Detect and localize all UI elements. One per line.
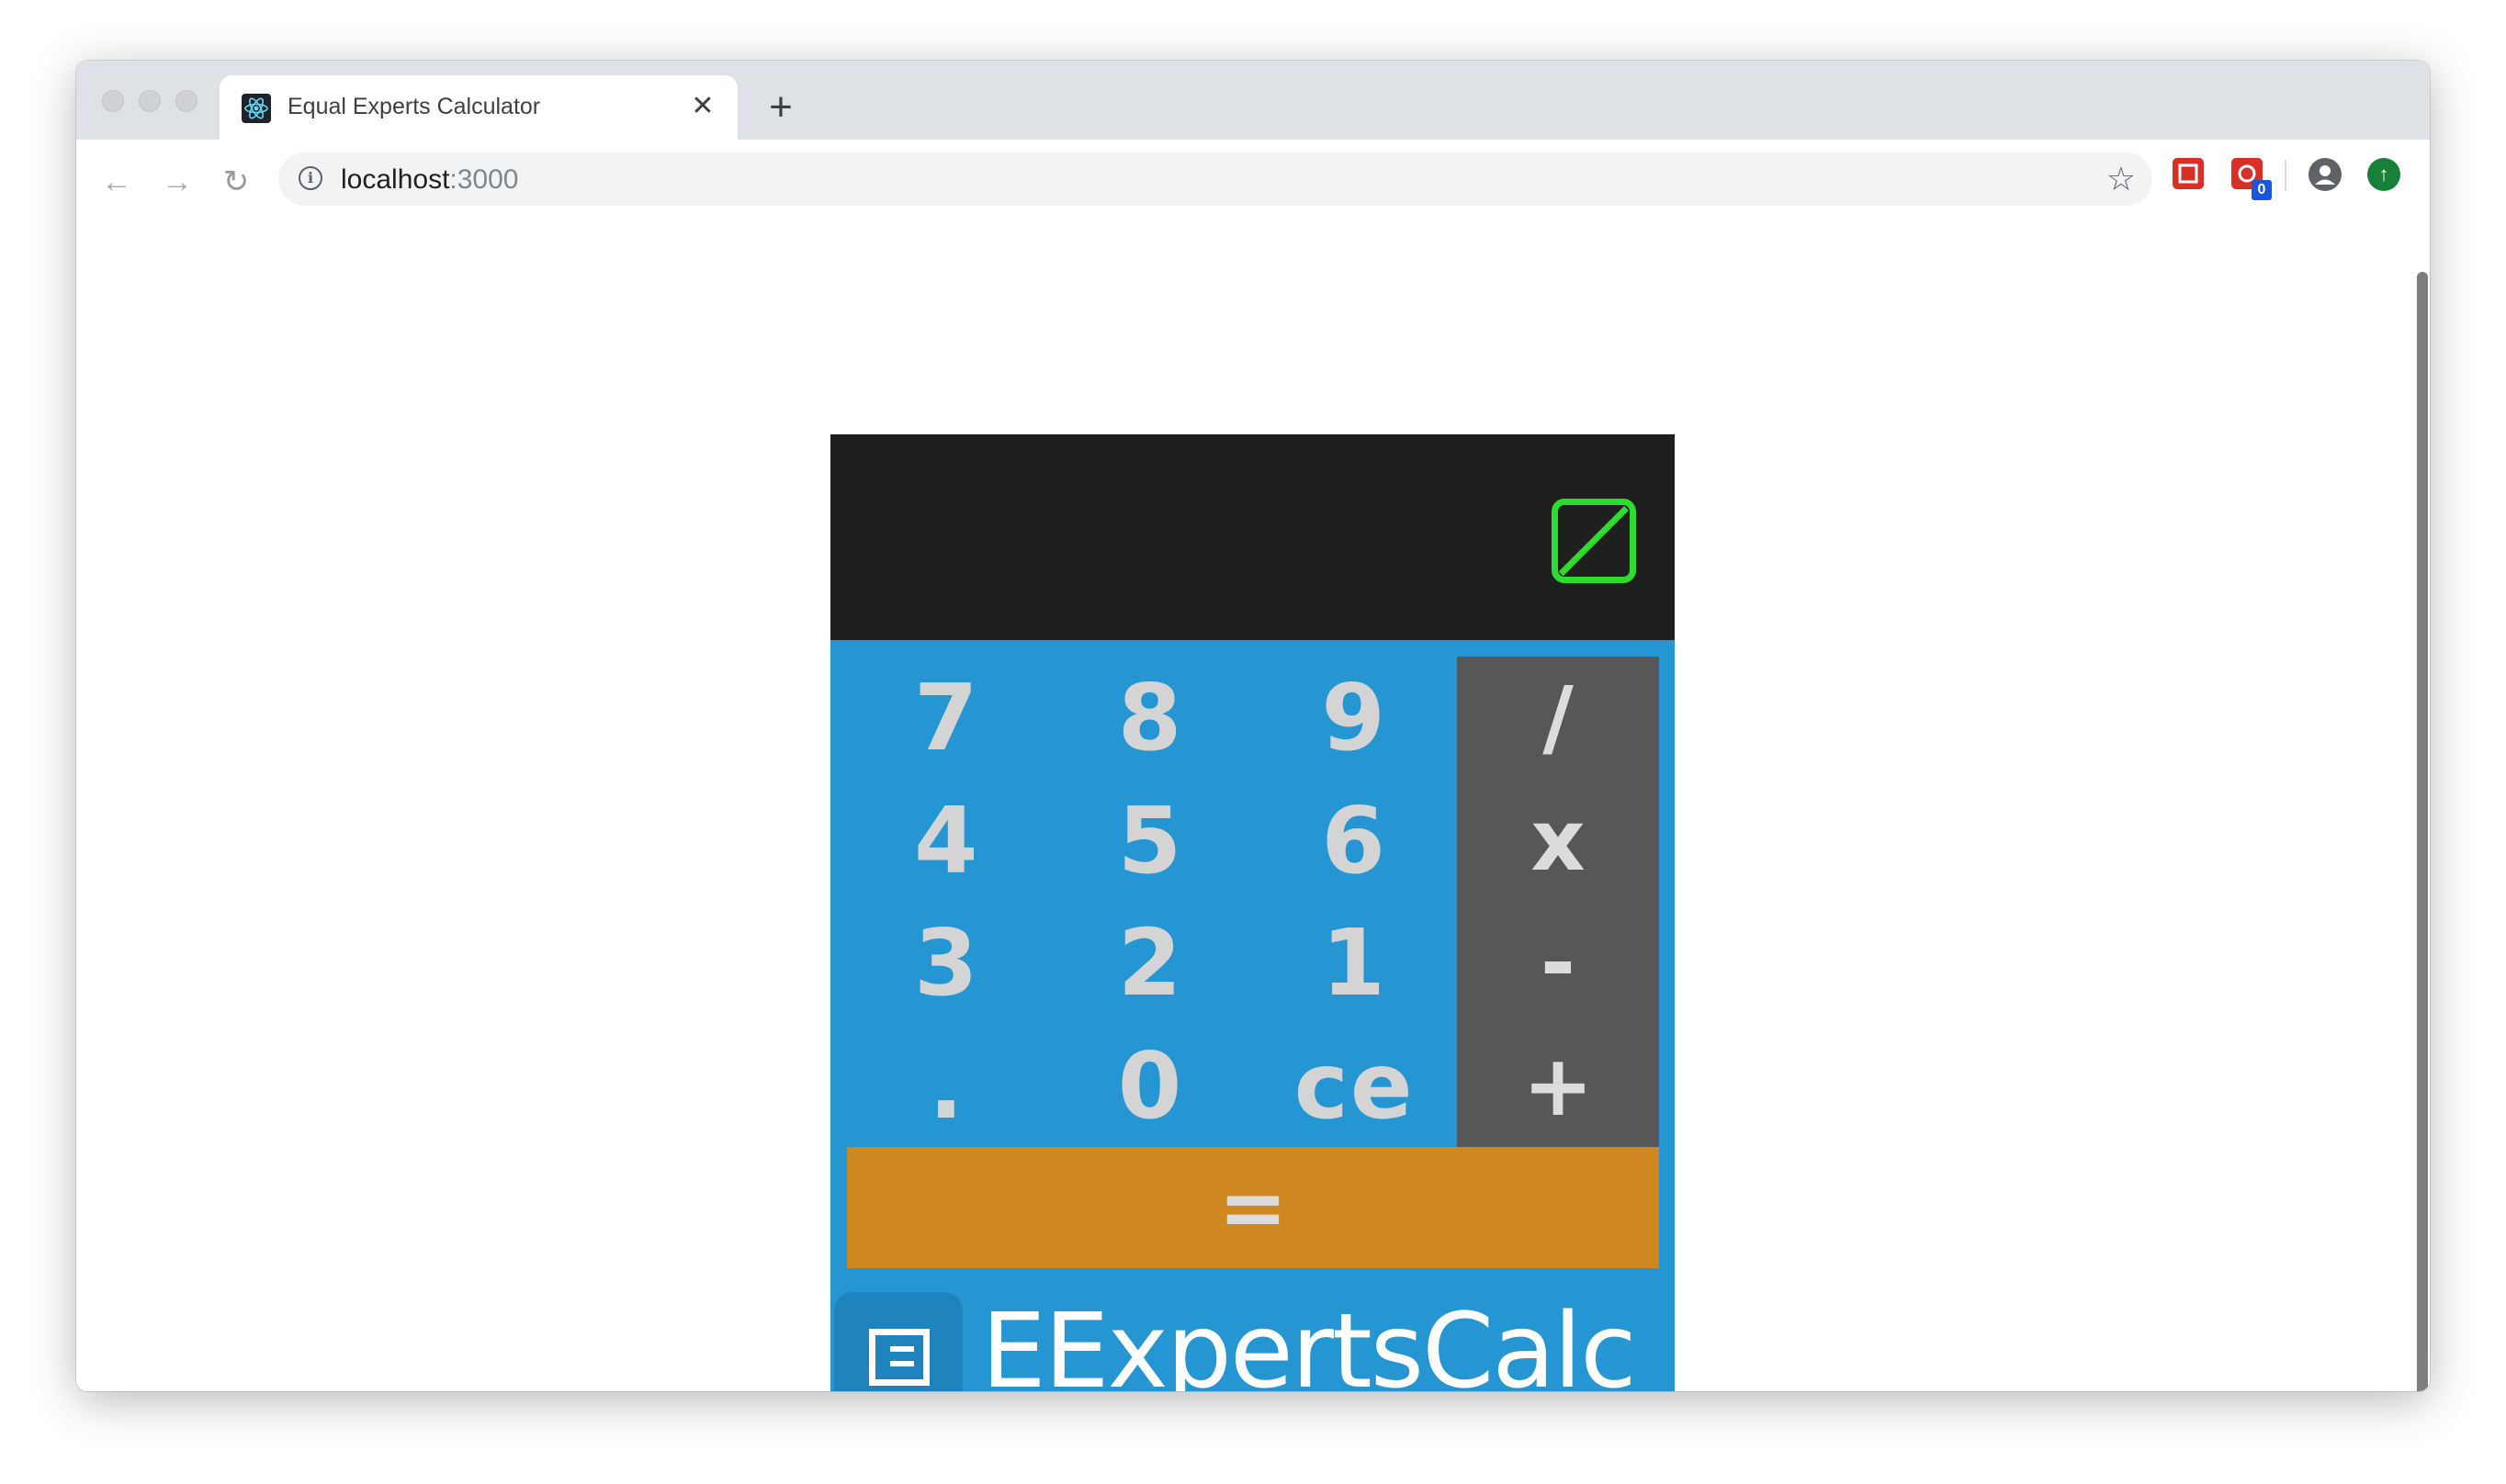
bookmark-star-icon[interactable]: ☆	[2106, 160, 2136, 198]
extension-badge: 0	[2252, 180, 2272, 200]
back-icon[interactable]: ←	[95, 160, 139, 204]
forward-icon[interactable]: →	[155, 160, 199, 204]
react-favicon-icon	[242, 94, 271, 123]
browser-window: Equal Experts Calculator ✕ + ← → ↻ i loc…	[76, 61, 2430, 1391]
key-subtract[interactable]: -	[1457, 902, 1659, 1025]
key-equals[interactable]: =	[847, 1147, 1659, 1268]
calculator: 7 8 9 4 5 6 3 2 1 . 0 ce / x - + = EExpe…	[830, 434, 1675, 1391]
key-divide[interactable]: /	[1457, 657, 1659, 780]
brand-footer: EExpertsCalc	[830, 1281, 1675, 1391]
browser-titlebar: Equal Experts Calculator ✕ +	[76, 61, 2430, 140]
profile-icon[interactable]	[2308, 158, 2342, 191]
url-port: :3000	[449, 164, 519, 195]
extension-2-icon[interactable]: 0	[2231, 158, 2272, 200]
page-scrollbar[interactable]	[2417, 272, 2428, 1391]
address-bar[interactable]: i localhost:3000 ☆	[278, 152, 2152, 206]
key-add[interactable]: +	[1457, 1025, 1659, 1148]
tab-title: Equal Experts Calculator	[288, 94, 541, 119]
key-1[interactable]: 1	[1252, 902, 1456, 1025]
digit-keypad: 7 8 9 4 5 6 3 2 1 . 0 ce	[845, 657, 1456, 1147]
key-5[interactable]: 5	[1049, 780, 1253, 903]
equal-experts-logo-icon	[834, 1292, 963, 1391]
close-window-button[interactable]	[102, 90, 124, 112]
key-decimal[interactable]: .	[845, 1025, 1049, 1148]
key-6[interactable]: 6	[1252, 780, 1456, 903]
key-clear-entry[interactable]: ce	[1252, 1025, 1456, 1148]
key-9[interactable]: 9	[1252, 657, 1456, 780]
reload-icon[interactable]: ↻	[214, 160, 258, 204]
update-icon[interactable]: ↑	[2367, 158, 2400, 191]
key-2[interactable]: 2	[1049, 902, 1253, 1025]
extension-1-icon[interactable]	[2173, 158, 2204, 189]
calculator-display	[830, 434, 1675, 640]
key-3[interactable]: 3	[845, 902, 1049, 1025]
maximize-window-button[interactable]	[175, 90, 198, 112]
key-multiply[interactable]: x	[1457, 780, 1659, 903]
new-tab-button[interactable]: +	[754, 81, 807, 134]
key-7[interactable]: 7	[845, 657, 1049, 780]
browser-tab[interactable]: Equal Experts Calculator ✕	[220, 75, 738, 140]
url-text[interactable]: localhost:3000	[341, 164, 518, 196]
logo-bracket-icon	[869, 1329, 930, 1386]
site-info-icon[interactable]: i	[299, 166, 322, 190]
url-host: localhost	[341, 164, 450, 195]
toolbar-divider	[2285, 160, 2286, 191]
tab-close-icon[interactable]: ✕	[684, 88, 721, 125]
minimize-window-button[interactable]	[139, 90, 161, 112]
page-viewport: 7 8 9 4 5 6 3 2 1 . 0 ce / x - + = EExpe…	[76, 208, 2430, 1391]
operator-keypad: / x - +	[1457, 657, 1659, 1147]
key-0[interactable]: 0	[1049, 1025, 1253, 1148]
key-8[interactable]: 8	[1049, 657, 1253, 780]
display-zero-glyph	[1552, 499, 1636, 583]
key-4[interactable]: 4	[845, 780, 1049, 903]
brand-name: EExpertsCalc	[981, 1292, 1637, 1391]
